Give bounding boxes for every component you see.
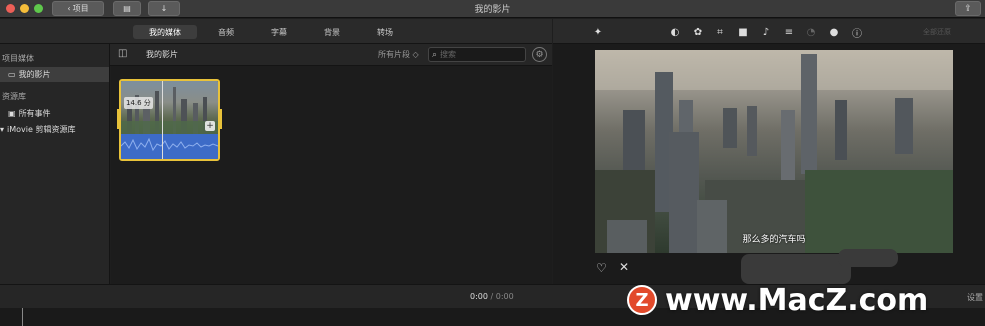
sidebar-item-label: iMovie 剪辑资源库 xyxy=(7,125,76,134)
current-time: 0:00 xyxy=(470,292,488,301)
sidebar-item-all-events[interactable]: ▣ 所有事件 xyxy=(8,106,51,121)
watermark-backdrop xyxy=(741,254,851,284)
crop-icon[interactable]: ⌗ xyxy=(713,25,727,39)
search-icon: ⌕ xyxy=(432,49,438,60)
magic-wand-icon[interactable]: ✦ xyxy=(591,25,605,39)
reject-x-icon[interactable]: ✕ xyxy=(619,260,629,274)
viewer-toolbar: ✦ ◐ ✿ ⌗ ■ ♪ ≡ ◔ ● ⓘ 全部还原 xyxy=(553,19,985,44)
watermark-text: www.MacZ.com xyxy=(665,282,929,318)
imovie-window: ‹ 项目 ▤ ↓ 我的影片 ⇪ 我的媒体 音频 字幕 背景 转场 ✦ ◐ ✿ ⌗… xyxy=(0,0,985,326)
projects-media-heading: 项目媒体 xyxy=(2,54,34,63)
speed-gauge-icon[interactable]: ◔ xyxy=(804,25,818,39)
total-time: 0:00 xyxy=(495,292,514,301)
star-box-icon: ▣ xyxy=(8,109,16,118)
search-field[interactable]: ⌕ xyxy=(428,47,526,62)
clip-left-handle[interactable] xyxy=(117,109,121,129)
site-watermark: Z www.MacZ.com xyxy=(627,282,929,318)
skimmer-line xyxy=(162,81,163,159)
search-input[interactable] xyxy=(440,50,521,59)
video-preview[interactable]: 那么多的汽车吗 xyxy=(595,50,953,253)
clip-filter-select[interactable]: 所有片段 ◇ xyxy=(378,49,419,60)
browser-toolbar: ◫ 我的影片 所有片段 ◇ ⌕ ⚙ xyxy=(110,44,552,66)
share-icon: ⇪ xyxy=(964,3,972,14)
tab-audio[interactable]: 音频 xyxy=(210,25,242,39)
title-bar: ‹ 项目 ▤ ↓ 我的影片 ⇪ xyxy=(0,0,985,18)
color-palette-icon[interactable]: ✿ xyxy=(691,25,705,39)
clip-audio-waveform xyxy=(121,134,218,159)
share-button[interactable]: ⇪ xyxy=(955,1,981,16)
volume-icon[interactable]: ♪ xyxy=(759,25,773,39)
media-tab-bar: 我的媒体 音频 字幕 背景 转场 xyxy=(0,19,552,44)
clip-filter-icon[interactable]: ● xyxy=(827,25,841,39)
sidebar-toggle-icon[interactable]: ◫ xyxy=(118,48,127,59)
time-separator: / xyxy=(490,292,494,301)
watermark-logo-letter: Z xyxy=(635,289,649,311)
tab-backgrounds[interactable]: 背景 xyxy=(316,25,348,39)
video-subtitle: 那么多的汽车吗 xyxy=(742,235,806,245)
clip-right-handle[interactable] xyxy=(218,109,222,129)
disclosure-triangle-icon[interactable]: ▾ xyxy=(0,125,4,134)
city-aerial-frame xyxy=(595,50,953,253)
tab-transitions[interactable]: 转场 xyxy=(369,25,401,39)
video-clip-thumbnail[interactable]: 14.6 分 + xyxy=(119,79,220,161)
waveform-graphic xyxy=(121,134,218,159)
timeline-playhead[interactable] xyxy=(22,308,23,326)
sidebar-item-label: 我的影片 xyxy=(18,70,51,79)
add-to-timeline-icon[interactable]: + xyxy=(205,121,215,131)
browser-title: 我的影片 xyxy=(146,50,178,59)
film-icon: ▭ xyxy=(8,70,16,79)
watermark-backdrop xyxy=(838,249,898,267)
color-balance-icon[interactable]: ◐ xyxy=(668,25,682,39)
clip-duration-badge: 14.6 分 xyxy=(124,97,153,109)
info-icon[interactable]: ⓘ xyxy=(850,25,864,40)
tab-my-media[interactable]: 我的媒体 xyxy=(133,25,197,39)
browser-settings-icon[interactable]: ⚙ xyxy=(532,47,547,62)
favorite-heart-icon[interactable]: ♡ xyxy=(596,261,607,275)
watermark-logo: Z xyxy=(627,285,657,315)
tab-titles[interactable]: 字幕 xyxy=(263,25,295,39)
library-sidebar: 项目媒体 ▭ 我的影片 资源库 ▣ 所有事件 ▾ iMovie 剪辑资源库 xyxy=(0,44,110,284)
sidebar-item-library[interactable]: ▾ iMovie 剪辑资源库 xyxy=(0,122,75,137)
timeline-settings-button[interactable]: 设置 xyxy=(967,292,983,303)
stabilization-camera-icon[interactable]: ■ xyxy=(736,25,750,39)
sidebar-item-label: 所有事件 xyxy=(18,109,51,118)
equalizer-icon[interactable]: ≡ xyxy=(782,25,796,39)
video-viewer: 那么多的汽车吗 ♡ ✕ xyxy=(553,44,985,284)
media-browser: 14.6 分 + xyxy=(111,66,552,284)
timecode-display: 0:00 / 0:00 xyxy=(470,292,514,301)
sidebar-item-my-movie[interactable]: ▭ 我的影片 xyxy=(0,67,109,82)
reset-all-label[interactable]: 全部还原 xyxy=(923,27,951,37)
libraries-heading: 资源库 xyxy=(2,92,26,101)
window-title: 我的影片 xyxy=(474,5,511,15)
